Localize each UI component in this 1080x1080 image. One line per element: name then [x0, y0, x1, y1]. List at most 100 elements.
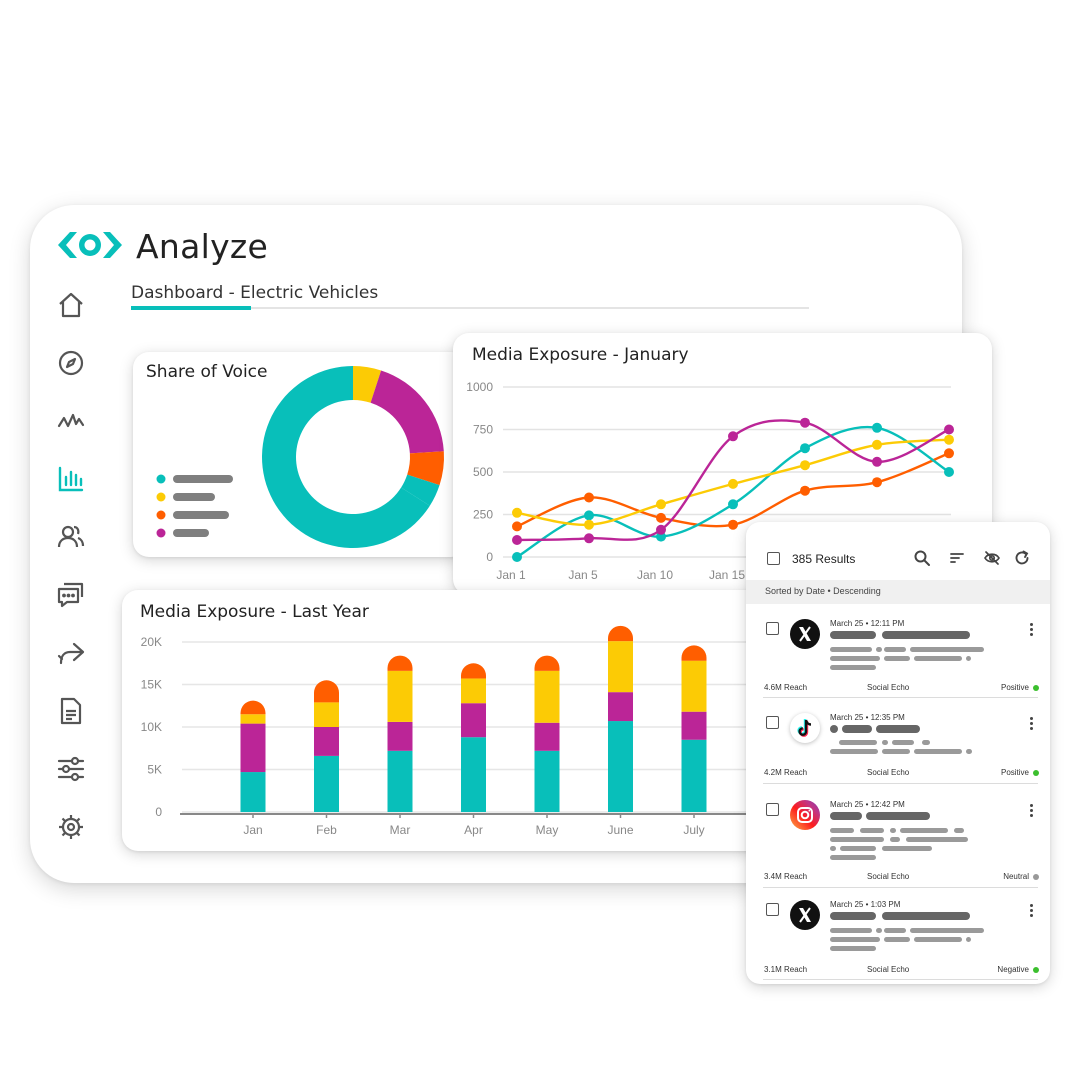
data-point[interactable]	[800, 485, 810, 496]
sidebar-item-explore[interactable]	[54, 346, 88, 380]
data-point[interactable]	[944, 448, 954, 459]
select-all-checkbox[interactable]	[767, 552, 780, 565]
result-reach: 4.6M Reach	[764, 683, 808, 692]
search-icon[interactable]	[913, 549, 931, 567]
y-tick-label: 5K	[147, 763, 162, 777]
bar-segment[interactable]	[534, 722, 560, 751]
data-point[interactable]	[944, 434, 954, 445]
data-point[interactable]	[800, 417, 810, 428]
bar-segment[interactable]	[387, 721, 413, 751]
bar-segment[interactable]	[681, 660, 707, 712]
sidebar-item-home[interactable]	[54, 288, 88, 322]
bar-segment[interactable]	[461, 737, 486, 812]
data-point[interactable]	[944, 424, 954, 435]
data-point[interactable]	[584, 510, 594, 521]
text-placeholder	[876, 725, 920, 733]
data-point[interactable]	[728, 499, 738, 510]
data-point[interactable]	[584, 492, 594, 503]
bar-segment[interactable]	[534, 750, 560, 812]
sidebar-item-filters[interactable]	[54, 752, 88, 786]
more-options-icon[interactable]	[1027, 804, 1035, 820]
data-point[interactable]	[512, 552, 522, 562]
result-checkbox[interactable]	[766, 903, 779, 916]
data-point[interactable]	[872, 477, 882, 488]
y-tick-label: 750	[473, 423, 493, 437]
result-checkbox[interactable]	[766, 716, 779, 729]
bar-segment[interactable]	[240, 700, 266, 715]
result-checkbox[interactable]	[766, 622, 779, 635]
sidebar-item-reports[interactable]	[54, 694, 88, 728]
bar-segment[interactable]	[314, 702, 339, 727]
data-point[interactable]	[728, 431, 738, 442]
sidebar-item-conversations[interactable]	[54, 578, 88, 612]
sidebar-item-audience[interactable]	[54, 520, 88, 554]
bar-segment[interactable]	[461, 703, 486, 738]
sort-icon[interactable]	[948, 549, 966, 567]
bar-segment[interactable]	[461, 678, 486, 704]
bar-segment[interactable]	[387, 670, 413, 722]
more-options-icon[interactable]	[1027, 717, 1035, 733]
y-tick-label: 20K	[141, 635, 162, 649]
data-point[interactable]	[584, 533, 594, 544]
sidebar-item-activity[interactable]	[54, 404, 88, 438]
breadcrumb[interactable]: Dashboard - Electric Vehicles	[131, 283, 378, 303]
data-point[interactable]	[728, 519, 738, 530]
data-point[interactable]	[872, 439, 882, 450]
data-point[interactable]	[512, 535, 522, 545]
bar-segment[interactable]	[461, 663, 486, 679]
data-point[interactable]	[512, 521, 522, 532]
data-point[interactable]	[656, 524, 666, 535]
data-point[interactable]	[512, 507, 522, 518]
bar-segment[interactable]	[608, 692, 633, 722]
data-point[interactable]	[584, 519, 594, 530]
bar-segment[interactable]	[534, 655, 560, 671]
refresh-icon[interactable]	[1013, 549, 1031, 567]
data-point[interactable]	[872, 456, 882, 467]
data-point[interactable]	[656, 499, 666, 510]
share-of-voice-donut	[262, 366, 444, 548]
bar-segment[interactable]	[608, 625, 633, 642]
activity-icon	[57, 413, 85, 428]
x-tick-label: Jan 15	[709, 568, 745, 582]
result-source: Social Echo	[867, 683, 910, 692]
sidebar-item-share[interactable]	[54, 636, 88, 670]
data-point[interactable]	[800, 443, 810, 454]
x-tick-label: June	[607, 823, 633, 837]
bar-segment[interactable]	[387, 750, 413, 812]
bar-segment[interactable]	[681, 711, 707, 740]
sidebar-item-settings[interactable]	[54, 810, 88, 844]
y-tick-label: 500	[473, 465, 493, 479]
data-point[interactable]	[728, 478, 738, 489]
data-point[interactable]	[656, 512, 666, 523]
x-tick-label: Feb	[316, 823, 337, 837]
more-options-icon[interactable]	[1027, 623, 1035, 639]
text-placeholder	[830, 656, 880, 661]
data-point[interactable]	[944, 467, 954, 477]
text-placeholder	[914, 749, 962, 754]
data-point[interactable]	[872, 422, 882, 433]
bar-segment[interactable]	[681, 645, 707, 661]
text-placeholder	[830, 725, 838, 733]
bar-segment[interactable]	[240, 714, 266, 724]
media-exposure-last-year-card: Media Exposure - Last Year 0 5K 10K 15K 20K J…	[122, 590, 822, 851]
hide-icon[interactable]	[983, 549, 1001, 567]
result-checkbox[interactable]	[766, 803, 779, 816]
x-logo-icon	[790, 900, 820, 930]
more-options-icon[interactable]	[1027, 904, 1035, 920]
bar-segment[interactable]	[314, 727, 339, 756]
bar-segment[interactable]	[387, 655, 413, 671]
bar-segment[interactable]	[314, 680, 339, 703]
bar-segment[interactable]	[240, 723, 266, 773]
data-point[interactable]	[800, 460, 810, 471]
bar-segment[interactable]	[240, 772, 266, 812]
bar-segment[interactable]	[534, 670, 560, 723]
text-placeholder	[830, 647, 872, 652]
bar-segment[interactable]	[608, 641, 633, 693]
bar-segment[interactable]	[314, 755, 339, 812]
bar-segment[interactable]	[608, 721, 633, 812]
legend-dot	[156, 492, 166, 502]
donut-slice[interactable]	[370, 370, 444, 454]
divider	[763, 697, 1038, 698]
bar-segment[interactable]	[681, 739, 707, 812]
sidebar-item-analyze[interactable]	[54, 462, 88, 496]
